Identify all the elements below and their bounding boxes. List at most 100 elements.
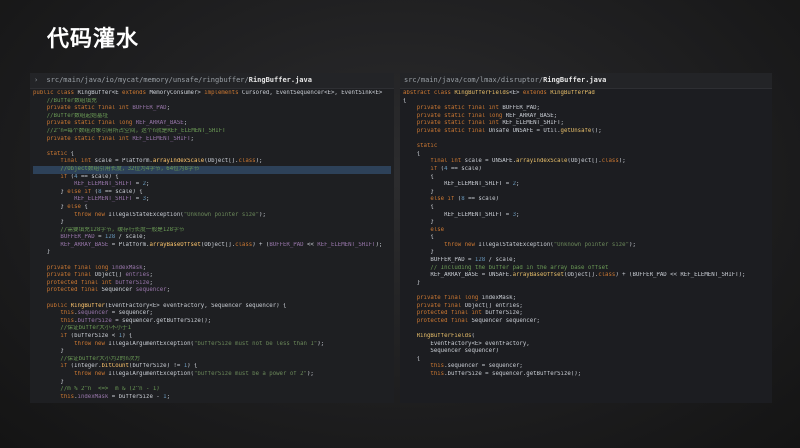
- code-token: static: [33, 150, 71, 157]
- code-token: this: [33, 317, 75, 324]
- code-token: else if: [403, 196, 458, 203]
- slide-title: 代码灌水: [47, 27, 140, 52]
- code-line: REF_ELEMENT_SHIFT = 3;: [403, 212, 769, 220]
- code-token: BUFFER_PAD: [269, 241, 304, 248]
- code-token: = sequencer;: [108, 310, 153, 317]
- code-token: extends: [522, 90, 551, 96]
- code-line: //2^n=每个数组对象引用所占空间，这个n就是REF_ELEMENT_SHIF…: [33, 128, 391, 136]
- code-line: static {: [33, 151, 391, 159]
- code-token: ;: [146, 181, 150, 188]
- code-token: BUFFER_PAD: [33, 234, 95, 241]
- code-line: {: [403, 174, 769, 182]
- code-token: this: [33, 393, 75, 400]
- code-token: }: [33, 203, 68, 210]
- code-token: arrayBaseOffset: [512, 272, 564, 279]
- code-line: private static final int REF_ELEMENT_SHI…: [33, 136, 391, 144]
- code-token: this: [33, 310, 75, 317]
- code-line: private final Object[] entries;: [403, 303, 769, 311]
- code-token: private static final long: [33, 120, 136, 127]
- left-code-editor: › src/main/java/io/mycat/memory/unsafe/r…: [30, 73, 394, 403]
- code-token: BUFFER_PAD =: [403, 257, 475, 264]
- code-token: ();: [591, 127, 602, 134]
- code-token: }: [403, 188, 434, 195]
- code-token: class: [238, 158, 256, 165]
- code-token: = bufferSize -: [108, 393, 164, 400]
- code-token: {: [70, 150, 75, 157]
- code-line: private static final int BUFFER_PAD;: [33, 105, 391, 113]
- left-code-body: public class RingBuffer<E extends Memory…: [30, 89, 394, 402]
- code-token: bufferSize;: [485, 310, 523, 317]
- code-line: }: [403, 280, 769, 288]
- code-line: Sequencer sequencer): [403, 348, 769, 356]
- code-token: (: [471, 333, 475, 339]
- code-token: =: [132, 196, 143, 203]
- code-token: (bufferSize <: [70, 333, 119, 339]
- code-line: private static final Unsafe UNSAFE = Uti…: [403, 128, 769, 136]
- code-token: bufferSize: [77, 317, 112, 324]
- code-token: protected final int: [33, 279, 116, 286]
- chevron-right-icon[interactable]: ›: [34, 76, 38, 84]
- right-file-name: RingBuffer.java: [543, 76, 607, 84]
- code-token: RingBufferPad: [550, 90, 595, 96]
- code-token: {: [403, 203, 434, 210]
- code-line: }: [33, 219, 391, 227]
- code-token: ) {: [122, 333, 133, 339]
- code-line: REF_ELEMENT_SHIFT = 3;: [33, 196, 391, 204]
- code-line: //Buffer数组填充: [33, 98, 391, 106]
- code-token: 128: [474, 257, 486, 264]
- code-line: if (4 == scale) {: [33, 174, 391, 182]
- code-line: protected final int bufferSize;: [403, 310, 769, 318]
- code-token: else: [403, 226, 445, 233]
- code-token: REF_ELEMENT_SHIFT =: [403, 181, 513, 188]
- code-line: throw new IllegalArgumentException("buff…: [33, 371, 391, 379]
- code-token: protected final int: [403, 310, 486, 317]
- code-token: );: [255, 158, 263, 165]
- code-token: sequencer: [135, 287, 167, 294]
- code-token: .bufferSize = sequencer.getBufferSize();: [444, 370, 582, 377]
- code-token: == scale): [464, 196, 499, 203]
- code-token: BUFFER_PAD;: [502, 105, 540, 112]
- code-token: entries: [125, 272, 150, 279]
- code-token: Sequencer sequencer): [403, 348, 499, 355]
- code-token: Sequencer sequencer;: [471, 317, 540, 324]
- code-token: protected final: [403, 317, 472, 324]
- code-line: {: [403, 204, 769, 212]
- code-token: abstract class: [403, 90, 455, 96]
- code-token: IllegalStateException(: [478, 241, 554, 248]
- code-token: final int: [403, 158, 465, 165]
- code-line: } else {: [33, 204, 391, 212]
- code-token: }: [403, 219, 434, 226]
- code-line: public RingBuffer(EventFactory<E> eventF…: [33, 303, 391, 311]
- code-token: );: [618, 158, 626, 165]
- code-token: arrayBaseOffset: [149, 241, 201, 248]
- code-token: this: [403, 363, 445, 370]
- code-token: bitCount: [101, 363, 129, 370]
- code-line: private final Object[] entries;: [33, 272, 391, 280]
- code-token: IllegalArgumentException(: [108, 340, 194, 347]
- code-token: if: [33, 363, 71, 370]
- code-line: private final long indexMask;: [33, 265, 391, 273]
- code-token: arrayIndexScale: [152, 158, 205, 165]
- code-token: IllegalStateException(: [108, 211, 184, 218]
- code-token: (Integer.: [70, 363, 102, 370]
- code-token: IllegalArgumentException(: [108, 370, 194, 377]
- code-token: );: [375, 241, 383, 248]
- code-line: {: [403, 356, 769, 364]
- code-token: RingBufferFields: [454, 90, 510, 96]
- code-token: Cursored, EventSequencer<E>, EventSink<E…: [241, 90, 383, 96]
- code-line: REF_ARRAY_BASE = Platform.arrayBaseOffse…: [33, 242, 391, 250]
- code-token: private static final long: [403, 112, 506, 119]
- code-line: EventFactory<E> eventFactory,: [403, 341, 769, 349]
- code-token: //保证buffer大小为2的n次方: [33, 355, 141, 362]
- code-token: class: [235, 241, 253, 248]
- code-line: }: [403, 219, 769, 227]
- code-line: }: [403, 189, 769, 197]
- code-token: private static final int: [403, 105, 503, 112]
- code-line: abstract class RingBufferFields<E> exten…: [403, 90, 769, 98]
- code-token: private static final int: [33, 135, 133, 142]
- code-token: }: [403, 249, 434, 256]
- code-token: indexMask;: [481, 295, 517, 302]
- code-token: private final: [403, 302, 465, 309]
